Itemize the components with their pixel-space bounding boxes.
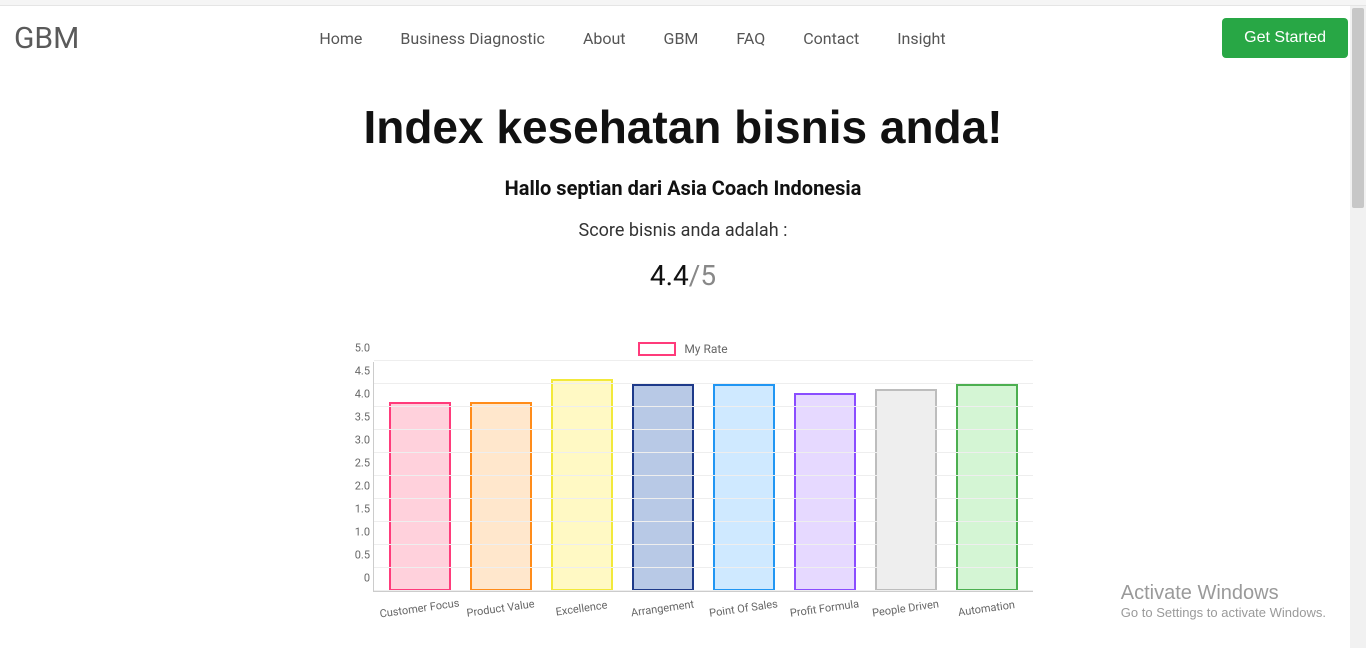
nav-faq[interactable]: FAQ (736, 29, 765, 48)
score-label: Score bisnis anda adalah : (0, 220, 1366, 241)
bar-people-driven[interactable] (875, 389, 937, 591)
y-tick: 1.0 (344, 526, 370, 539)
y-tick: 0.5 (344, 549, 370, 562)
x-label: Automation (945, 596, 1027, 620)
chart-plot-area: 00.51.01.52.02.53.03.54.04.55.0 (373, 362, 1033, 592)
y-tick: 4.5 (344, 365, 370, 378)
bar-slot (542, 379, 623, 591)
page-title: Index kesehatan bisnis anda! (0, 100, 1366, 154)
bar-customer-focus[interactable] (389, 402, 451, 591)
chart-bars (374, 362, 1033, 591)
nav-home[interactable]: Home (319, 29, 362, 48)
nav-insight[interactable]: Insight (897, 29, 945, 48)
bar-slot (704, 384, 785, 591)
bar-slot (623, 384, 704, 591)
nav-gbm[interactable]: GBM (664, 29, 699, 48)
y-tick: 5.0 (344, 342, 370, 355)
gridline (374, 498, 1033, 499)
y-tick: 4.0 (344, 388, 370, 401)
main-nav: Home Business Diagnostic About GBM FAQ C… (319, 29, 945, 48)
scrollbar-thumb[interactable] (1352, 8, 1364, 208)
x-label: People Driven (864, 596, 946, 620)
navbar: GBM Home Business Diagnostic About GBM F… (0, 6, 1366, 70)
y-tick: 1.5 (344, 503, 370, 516)
score-value: 4.4/5 (0, 259, 1366, 292)
bar-slot (380, 402, 461, 591)
bar-excellence[interactable] (551, 379, 613, 591)
y-tick: 0 (344, 572, 370, 585)
score-max: /5 (689, 259, 716, 292)
y-tick: 2.5 (344, 457, 370, 470)
x-label: Excellence (540, 596, 622, 620)
gridline (374, 475, 1033, 476)
y-tick: 3.5 (344, 411, 370, 424)
get-started-button[interactable]: Get Started (1222, 18, 1348, 58)
y-tick: 3.0 (344, 434, 370, 447)
gridline (374, 406, 1033, 407)
gridline (374, 383, 1033, 384)
x-label: Product Value (459, 596, 541, 620)
x-label: Customer Focus (378, 596, 460, 620)
x-label: Profit Formula (783, 596, 865, 620)
vertical-scrollbar[interactable] (1350, 6, 1366, 648)
bar-arrangement[interactable] (632, 384, 694, 591)
brand-logo[interactable]: GBM (14, 21, 79, 56)
nav-business-diagnostic[interactable]: Business Diagnostic (400, 29, 545, 48)
bar-point-of-sales[interactable] (713, 384, 775, 591)
gridline (374, 544, 1033, 545)
gridline (374, 521, 1033, 522)
bar-slot (946, 384, 1027, 591)
chart-x-labels: Customer FocusProduct ValueExcellenceArr… (373, 592, 1033, 615)
bar-slot (461, 402, 542, 591)
y-tick: 2.0 (344, 480, 370, 493)
bar-product-value[interactable] (470, 402, 532, 591)
bar-slot (865, 389, 946, 591)
chart-legend[interactable]: My Rate (333, 342, 1033, 356)
chart: My Rate 00.51.01.52.02.53.03.54.04.55.0 … (333, 342, 1033, 615)
legend-swatch (638, 342, 676, 356)
page-subtitle: Hallo septian dari Asia Coach Indonesia (0, 176, 1366, 200)
gridline (374, 360, 1033, 361)
nav-about[interactable]: About (583, 29, 626, 48)
bar-automation[interactable] (956, 384, 1018, 591)
gridline (374, 567, 1033, 568)
x-label: Arrangement (621, 596, 703, 620)
main-content: Index kesehatan bisnis anda! Hallo septi… (0, 70, 1366, 615)
gridline (374, 452, 1033, 453)
bar-slot (784, 393, 865, 591)
bar-profit-formula[interactable] (794, 393, 856, 591)
legend-label: My Rate (684, 342, 727, 356)
nav-contact[interactable]: Contact (803, 29, 859, 48)
gridline (374, 590, 1033, 591)
score-number: 4.4 (650, 259, 689, 292)
x-label: Point Of Sales (702, 596, 784, 620)
gridline (374, 429, 1033, 430)
